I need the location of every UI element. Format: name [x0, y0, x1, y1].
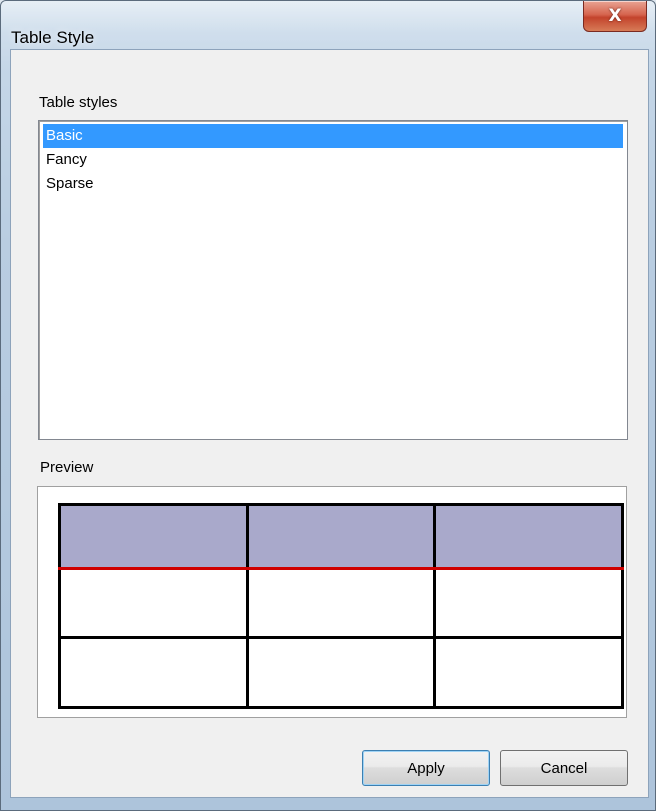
- dialog-client-area: Table styles Basic Fancy Sparse Preview: [10, 49, 649, 798]
- table-styles-listbox[interactable]: Basic Fancy Sparse: [38, 120, 628, 440]
- apply-button[interactable]: Apply: [362, 750, 490, 786]
- table-styles-label: Table styles: [39, 94, 118, 111]
- preview-header-cell: [245, 503, 437, 570]
- preview-body-cell: [58, 636, 249, 709]
- preview-label: Preview: [40, 459, 94, 476]
- preview-body-cell: [433, 566, 624, 640]
- list-item-basic[interactable]: Basic: [43, 124, 623, 148]
- preview-header-row: [58, 503, 624, 570]
- close-icon: X: [608, 6, 622, 26]
- preview-frame: [37, 486, 627, 718]
- preview-body-cell: [245, 566, 437, 640]
- preview-body-cell: [433, 636, 624, 709]
- preview-body-row: [58, 566, 624, 640]
- dialog-window: Table Style X Table styles Basic Fancy S…: [0, 0, 656, 811]
- list-item-fancy[interactable]: Fancy: [43, 148, 623, 172]
- close-button[interactable]: X: [583, 1, 647, 32]
- cancel-button[interactable]: Cancel: [500, 750, 628, 786]
- preview-header-cell: [433, 503, 624, 570]
- list-item-sparse[interactable]: Sparse: [43, 172, 623, 196]
- preview-body-cell: [58, 566, 249, 640]
- window-title: Table Style: [11, 28, 95, 47]
- preview-table: [58, 503, 624, 709]
- preview-header-cell: [58, 503, 249, 570]
- preview-body-cell: [245, 636, 437, 709]
- preview-body-row: [58, 636, 624, 709]
